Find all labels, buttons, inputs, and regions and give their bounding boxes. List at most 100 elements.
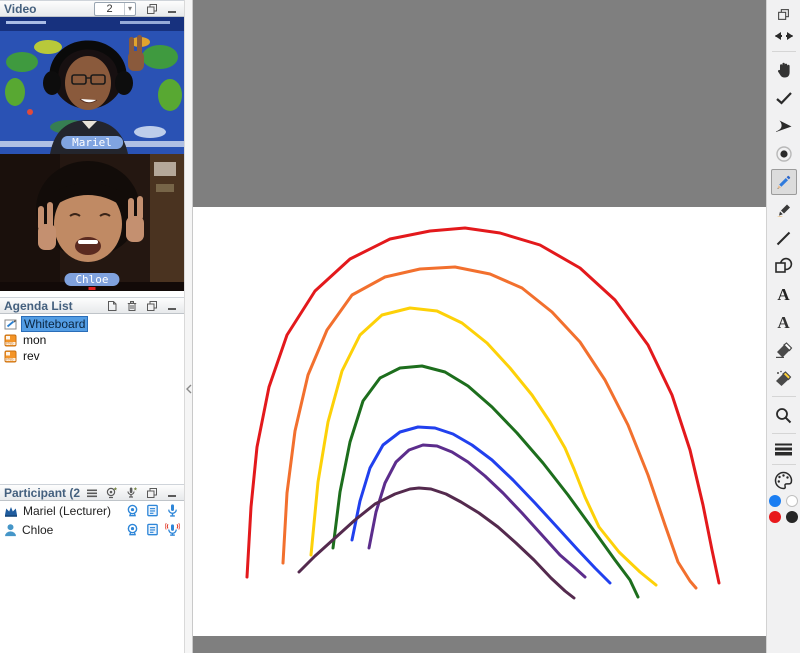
swatch-red[interactable] (769, 511, 781, 523)
minimize-icon (167, 301, 177, 311)
eraser-tool-button[interactable] (771, 337, 797, 363)
text-highlight-tool-button[interactable]: A (771, 309, 797, 335)
fit-width-tool-button[interactable] (771, 25, 797, 47)
grant-all-audio-button[interactable] (123, 485, 140, 500)
webcam-icon (125, 522, 140, 537)
restore-icon (146, 3, 158, 15)
video-name-label: Mariel (61, 136, 123, 149)
color-swatches (769, 495, 798, 523)
blue-arc (352, 427, 610, 583)
swatch-blue[interactable] (769, 495, 781, 507)
participant-name: Chloe (22, 523, 120, 537)
whiteboard-page[interactable] (193, 207, 766, 636)
image-file-icon: PNG (4, 350, 17, 363)
participant-notes-button[interactable] (144, 522, 160, 538)
participant-row-chloe[interactable]: Chloe (0, 520, 184, 539)
video-minimize-button[interactable] (163, 1, 180, 16)
clear-all-tool-button[interactable] (771, 365, 797, 391)
toolbar-separator (772, 51, 796, 52)
chevron-down-icon: ▾ (124, 3, 135, 15)
check-tool-button[interactable] (771, 85, 797, 111)
shapes-tool-button[interactable] (771, 253, 797, 279)
agenda-minimize-button[interactable] (163, 298, 180, 313)
menu-icon (86, 487, 98, 499)
agenda-item-whiteboard[interactable]: Whiteboard (2, 316, 90, 332)
video-restore-button[interactable] (143, 1, 160, 16)
magnifier-icon (775, 407, 792, 424)
palette-button[interactable] (771, 469, 797, 491)
restore-icon (777, 8, 790, 21)
participant-notes-button[interactable] (144, 503, 160, 519)
svg-text:PNG: PNG (6, 341, 14, 345)
video-layout-dropdown[interactable]: 2 ▾ (94, 2, 136, 16)
rainbow-drawing (193, 207, 766, 636)
minimize-icon (167, 488, 177, 498)
dot-pointer-tool-button[interactable] (771, 141, 797, 167)
toolbar-separator (772, 464, 796, 465)
marker-icon (775, 201, 793, 219)
pencil-tool-button[interactable] (771, 169, 797, 195)
video-name-label: Chloe (64, 273, 119, 286)
toolbar-separator (772, 396, 796, 397)
sidebar-collapse-button[interactable] (185, 378, 192, 400)
restore-icon (146, 300, 158, 312)
line-width-button[interactable] (771, 438, 797, 460)
image-file-icon: PNG (4, 334, 17, 347)
drawing-toolbar: A A (766, 0, 800, 653)
chloe-video-thumbnail (0, 154, 184, 291)
mic-active-icon (165, 522, 180, 537)
toolbar-restore-button[interactable] (771, 3, 797, 25)
participant-minimize-button[interactable] (163, 485, 180, 500)
video-layout-value: 2 (95, 3, 124, 15)
sidebar-splitter[interactable] (184, 0, 193, 653)
agenda-delete-button[interactable] (123, 298, 140, 313)
dark-plum-arc (299, 488, 574, 598)
line-width-icon (774, 442, 793, 456)
agenda-item-rev[interactable]: PNG rev (2, 348, 44, 364)
lecturer-crown-icon (3, 504, 19, 518)
participant-list: Mariel (Lecturer) Chloe (0, 501, 184, 539)
pointer-arrow-icon (775, 119, 793, 134)
eraser-icon (774, 342, 793, 358)
minimize-icon (167, 4, 177, 14)
agenda-panel-header: Agenda List (0, 297, 184, 314)
chevron-left-icon (186, 384, 192, 394)
grant-all-video-button[interactable] (103, 485, 120, 500)
marker-tool-button[interactable] (771, 197, 797, 223)
participant-webcam-button[interactable] (124, 503, 140, 519)
participant-webcam-button[interactable] (124, 522, 140, 538)
participant-mic-button[interactable] (164, 503, 180, 519)
swatch-white[interactable] (786, 495, 798, 507)
agenda-new-button[interactable] (103, 298, 120, 313)
pointer-tool-button[interactable] (771, 113, 797, 139)
agenda-item-mon[interactable]: PNG mon (2, 332, 50, 348)
webcam-star-icon (105, 486, 118, 499)
toolbar-separator (772, 433, 796, 434)
new-page-icon (106, 300, 118, 312)
swatch-black[interactable] (786, 511, 798, 523)
agenda-list: Whiteboard PNG mon PNG rev (0, 314, 184, 484)
participant-menu-button[interactable] (83, 485, 100, 500)
participant-mic-active-button[interactable] (164, 522, 180, 538)
agenda-restore-button[interactable] (143, 298, 160, 313)
speaking-indicator (89, 287, 96, 290)
hand-icon (775, 61, 792, 79)
video-tile-chloe[interactable]: Chloe (0, 154, 184, 291)
agenda-panel-title: Agenda List (4, 299, 100, 313)
participant-restore-button[interactable] (143, 485, 160, 500)
notes-icon (145, 503, 160, 518)
text-tool-button[interactable]: A (771, 281, 797, 307)
fit-width-icon (774, 30, 794, 42)
pan-tool-button[interactable] (771, 57, 797, 83)
pencil-icon (775, 174, 792, 191)
zoom-tool-button[interactable] (771, 402, 797, 428)
shapes-icon (774, 257, 793, 275)
sidebar: Video 2 ▾ (0, 0, 184, 653)
svg-text:PNG: PNG (6, 357, 14, 361)
participant-row-mariel[interactable]: Mariel (Lecturer) (0, 501, 184, 520)
video-tile-mariel[interactable]: Mariel (0, 17, 184, 154)
classroom-app: Video 2 ▾ (0, 0, 800, 653)
line-tool-button[interactable] (771, 225, 797, 251)
whiteboard-canvas[interactable] (193, 0, 766, 653)
mariel-video-thumbnail (0, 17, 184, 154)
